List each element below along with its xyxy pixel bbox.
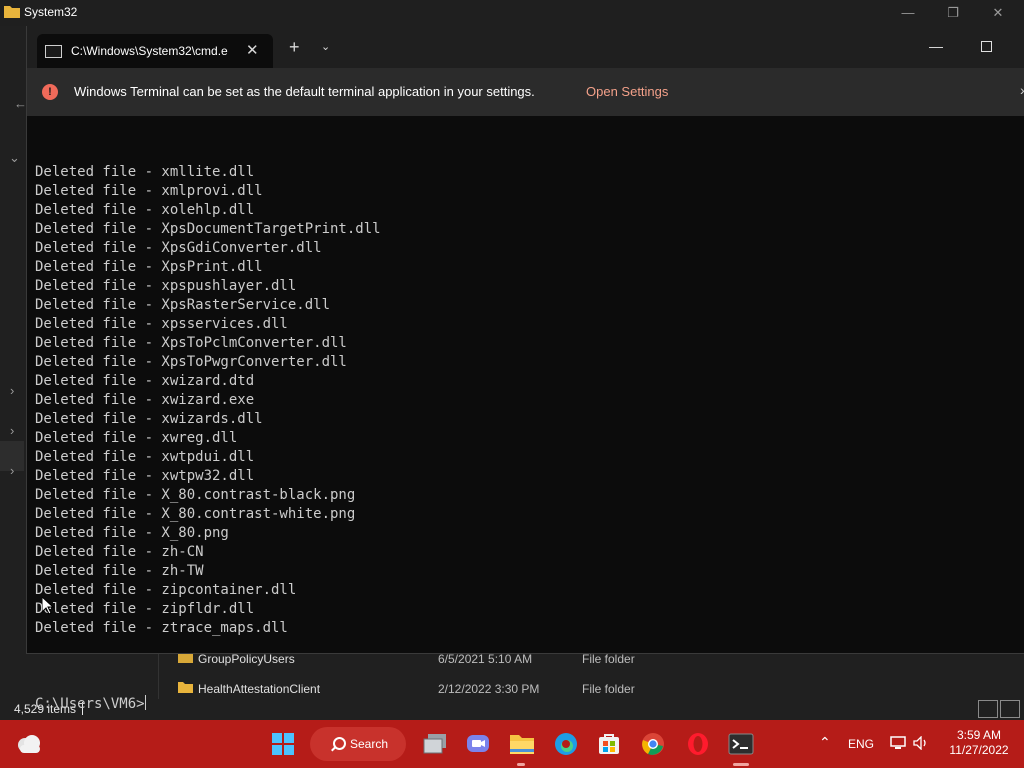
explorer-close-button[interactable]: ✕ (983, 3, 1013, 23)
console-line: Deleted file - X_80.contrast-black.png (35, 487, 356, 503)
console-line: Deleted file - zh-CN (35, 544, 204, 560)
default-terminal-infobar: ! Windows Terminal can be set as the def… (27, 68, 1024, 116)
search-icon (333, 737, 346, 750)
console-line: Deleted file - zipfldr.dll (35, 601, 255, 617)
console-line: Deleted file - zh-TW (35, 563, 204, 579)
explorer-nav-edge: ← ⌄ › › › (0, 26, 27, 651)
terminal-tab-bar[interactable]: C:\Windows\System32\cmd.e ✕ + ⌄ — (27, 26, 1024, 68)
taskbar-search-button[interactable]: Search (310, 727, 406, 761)
console-line: Deleted file - xwizard.exe (35, 392, 255, 408)
console-line: Deleted file - xpsservices.dll (35, 316, 288, 332)
console-line: Deleted file - xwtpw32.dll (35, 468, 255, 484)
teams-chat-icon[interactable] (466, 733, 490, 755)
time-text: 3:59 AM (956, 728, 1002, 742)
console-line: Deleted file - ztrace_maps.dll (35, 620, 288, 636)
opera-icon[interactable] (686, 732, 710, 756)
network-icon[interactable] (890, 736, 906, 750)
console-line: Deleted file - xwtpdui.dll (35, 449, 255, 465)
text-cursor (144, 695, 146, 710)
search-label: Search (350, 737, 389, 751)
edge-icon[interactable] (554, 732, 578, 756)
open-settings-link[interactable]: Open Settings (586, 84, 668, 99)
close-icon[interactable]: › (1020, 82, 1024, 98)
new-tab-button[interactable]: + (289, 38, 300, 56)
clock[interactable]: 3:59 AM 11/27/2022 (944, 728, 1014, 758)
console-line: Deleted file - zipcontainer.dll (35, 582, 297, 598)
explorer-title: System32 (24, 5, 78, 19)
explorer-minimize-button[interactable]: — (893, 3, 923, 23)
console-line: Deleted file - XpsToPclmConverter.dll (35, 335, 347, 351)
console-line: Deleted file - xwreg.dll (35, 430, 238, 446)
tab-title: C:\Windows\System32\cmd.e (71, 44, 228, 58)
console-line: Deleted file - xwizards.dll (35, 411, 263, 427)
console-line: Deleted file - xwizard.dtd (35, 373, 255, 389)
active-indicator (517, 763, 525, 766)
active-indicator (733, 763, 749, 766)
terminal-minimize-button[interactable]: — (929, 38, 943, 54)
mouse-pointer-icon (42, 597, 54, 615)
chevron-right-icon[interactable]: › (10, 423, 14, 438)
console-line: Deleted file - XpsGdiConverter.dll (35, 240, 322, 256)
console-line: Deleted file - xmllite.dll (35, 164, 255, 180)
console-line: Deleted file - xpspushlayer.dll (35, 278, 297, 294)
chevron-down-icon[interactable]: ⌄ (9, 150, 20, 166)
volume-icon[interactable] (913, 736, 929, 750)
console-line: Deleted file - XpsRasterService.dll (35, 297, 331, 313)
explorer-titlebar[interactable]: System32 — ❐ ✕ (0, 0, 1024, 26)
start-icon[interactable] (272, 733, 294, 755)
console-line: Deleted file - XpsToPwgrConverter.dll (35, 354, 347, 370)
weather-icon[interactable] (16, 734, 42, 754)
taskbar: Search ⌃ ENG 3:59 AM 11/27/2022 (0, 720, 1024, 768)
explorer-restore-button[interactable]: ❐ (938, 3, 968, 23)
terminal-maximize-button[interactable] (981, 41, 992, 52)
console-line: Deleted file - xmlprovi.dll (35, 183, 263, 199)
info-icon: ! (42, 84, 58, 100)
infobar-message: Windows Terminal can be set as the defau… (74, 84, 535, 99)
file-explorer-icon[interactable] (509, 733, 535, 755)
store-icon[interactable] (597, 732, 621, 756)
tab-close-icon[interactable]: ✕ (246, 41, 259, 59)
console-line: Deleted file - XpsDocumentTargetPrint.dl… (35, 221, 381, 237)
terminal-window: C:\Windows\System32\cmd.e ✕ + ⌄ — ! Wind… (26, 26, 1024, 712)
chevron-down-icon[interactable]: ⌄ (321, 40, 330, 53)
language-indicator[interactable]: ENG (848, 737, 874, 751)
chevron-right-icon[interactable]: › (10, 383, 14, 398)
date-text: 11/27/2022 (949, 743, 1009, 757)
tab-cmd[interactable]: C:\Windows\System32\cmd.e ✕ (37, 34, 273, 68)
terminal-icon[interactable] (728, 733, 754, 755)
console-line: Deleted file - xolehlp.dll (35, 202, 255, 218)
console-line: Deleted file - X_80.contrast-white.png (35, 506, 356, 522)
console-line: Deleted file - X_80.png (35, 525, 229, 541)
chevron-up-icon[interactable]: ⌃ (819, 734, 831, 751)
console-output[interactable]: Deleted file - xmllite.dll Deleted file -… (35, 125, 1015, 752)
command-prompt[interactable]: C:\Users\VM6> (35, 695, 1015, 714)
console-line: Deleted file - XpsPrint.dll (35, 259, 263, 275)
chevron-right-icon[interactable]: › (10, 463, 14, 478)
console-lines: Deleted file - xmllite.dll Deleted file -… (35, 163, 1015, 638)
chrome-icon[interactable] (641, 732, 665, 756)
prompt-text: C:\Users\VM6> (35, 696, 145, 712)
folder-icon (4, 6, 20, 18)
task-view-icon[interactable] (423, 733, 447, 755)
cmd-icon (45, 45, 62, 58)
